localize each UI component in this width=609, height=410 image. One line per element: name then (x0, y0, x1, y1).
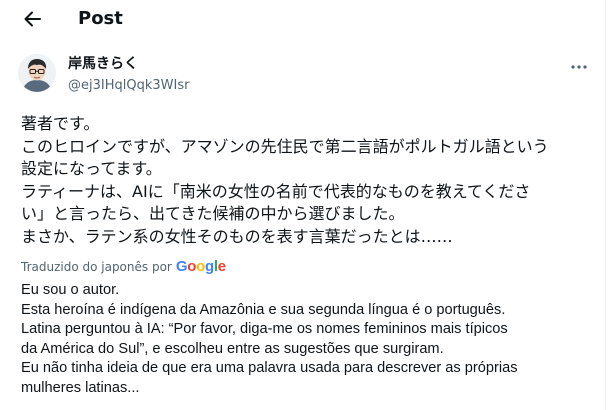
post-line: このヒロインですが、アマゾンの先住民で第二言語がポルトガル語という (21, 136, 549, 156)
author-handle[interactable]: @ej3IHqlQqk3WIsr (68, 78, 189, 94)
translated-line: Esta heroína é indígena da Amazônia e su… (21, 301, 506, 318)
page-title: Post (78, 8, 123, 29)
translated-line: da América do Sul”, e escolheu entre as … (21, 340, 444, 357)
translated-line: Latina perguntou à IA: “Por favor, diga-… (21, 321, 508, 337)
arrow-left-icon (24, 11, 41, 27)
post-view: Post 岸馬きらく @ej3IHqlQqk3WIsr 著者です。 このヒロイン… (0, 0, 606, 410)
author-name[interactable]: 岸馬きらく (68, 56, 138, 73)
translation-label: Traduzido do japonês por (21, 260, 172, 274)
post-line: まさか、ラテン系の女性そのものを表す言葉だったとは…… (21, 226, 453, 246)
post-line: ラティーナは、AIに「南米の女性の名前で代表的なものを教えてくださ (21, 181, 531, 201)
avatar-image (18, 54, 56, 92)
post-text-original: 著者です。 このヒロインですが、アマゾンの先住民で第二言語がポルトガル語という … (21, 113, 601, 249)
post-line: 設定になってます。 (21, 159, 162, 179)
translated-line: Eu não tinha ideia de que era uma palavr… (21, 360, 518, 376)
translated-line: Eu sou o autor. (21, 282, 120, 298)
avatar[interactable] (18, 54, 56, 92)
post-line: 著者です。 (21, 114, 100, 133)
post-text-translated: Eu sou o autor. Esta heroína é indígena … (21, 281, 605, 398)
post-line: い」と言ったら、出てきた候補の中から選びました。 (21, 204, 405, 224)
google-logo: Google (175, 258, 226, 275)
back-button[interactable] (20, 6, 46, 32)
more-horizontal-icon (571, 65, 587, 69)
header: Post (0, 0, 605, 38)
translated-line: mulheres latinas... (21, 379, 140, 396)
translation-attribution: Traduzido do japonês por Google (21, 259, 226, 275)
more-button[interactable] (568, 58, 590, 76)
